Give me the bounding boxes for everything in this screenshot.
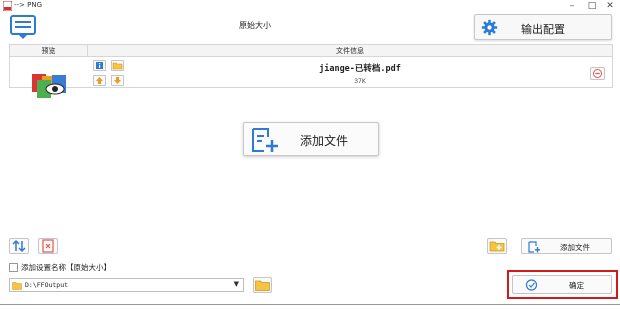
move-up-button[interactable] — [93, 75, 106, 86]
arrow-up-icon — [96, 77, 103, 84]
folder-icon — [112, 62, 123, 70]
add-file-icon — [252, 128, 278, 152]
add-setting-name-checkbox[interactable] — [9, 263, 18, 272]
open-folder-button[interactable] — [111, 60, 124, 71]
info-button[interactable] — [93, 60, 106, 71]
add-file-button-label: 添加文件 — [560, 243, 590, 252]
file-thumbnail — [32, 74, 66, 98]
remove-icon — [593, 69, 602, 78]
chevron-down-icon: ▼ — [233, 280, 239, 288]
output-config-label: 输出配置 — [521, 23, 565, 36]
app-icon — [3, 1, 12, 11]
output-path-text: D:\FFOutput — [25, 281, 69, 289]
clear-list-button[interactable] — [38, 238, 58, 254]
add-folder-button[interactable] — [487, 238, 507, 254]
column-header-preview: 预览 — [10, 45, 88, 57]
close-button[interactable]: ✕ — [600, 0, 620, 12]
add-setting-name-label: 添加设置名称【原始大小】 — [21, 263, 111, 272]
move-down-button[interactable] — [111, 75, 124, 86]
add-file-button-large[interactable]: 添加文件 — [243, 122, 379, 156]
folder-icon — [255, 280, 270, 291]
current-profile-label: 原始大小 — [239, 21, 271, 30]
window-title: --> PNG — [14, 1, 43, 9]
table-header: 预览 文件信息 — [10, 45, 612, 57]
add-folder-icon — [489, 241, 505, 252]
maximize-button[interactable]: □ — [582, 0, 602, 12]
table-row[interactable]: jiange-已转档.pdf 37K — [10, 58, 612, 98]
title-bar: --> PNG – □ ✕ — [0, 0, 620, 12]
file-size: 37K — [354, 78, 366, 85]
clear-list-icon — [42, 239, 54, 253]
add-file-icon — [528, 241, 540, 253]
file-name: jiange-已转档.pdf — [319, 64, 401, 74]
column-header-info: 文件信息 — [336, 47, 364, 55]
file-table: 预览 文件信息 jiange-已转档.pdf 37K — [9, 44, 613, 98]
minimize-button[interactable]: – — [562, 0, 582, 12]
add-file-label: 添加文件 — [300, 134, 349, 148]
output-config-button[interactable]: 输出配置 — [474, 14, 612, 40]
output-path-select[interactable]: D:\FFOutput ▼ — [9, 278, 244, 292]
add-file-button[interactable]: 添加文件 — [521, 238, 612, 254]
confirm-button[interactable]: 确定 — [512, 275, 612, 294]
confirm-label: 确定 — [569, 281, 584, 290]
gear-icon — [481, 19, 498, 36]
check-circle-icon — [525, 279, 538, 291]
profile-list-icon[interactable] — [8, 15, 38, 41]
remove-file-button[interactable] — [590, 67, 605, 80]
browse-folder-button[interactable] — [253, 277, 272, 293]
sort-icon — [12, 239, 26, 253]
info-icon — [96, 62, 103, 69]
arrow-down-icon — [114, 77, 121, 84]
folder-icon — [12, 282, 22, 290]
sort-button[interactable] — [9, 238, 29, 254]
window-bottom-border — [0, 304, 620, 305]
